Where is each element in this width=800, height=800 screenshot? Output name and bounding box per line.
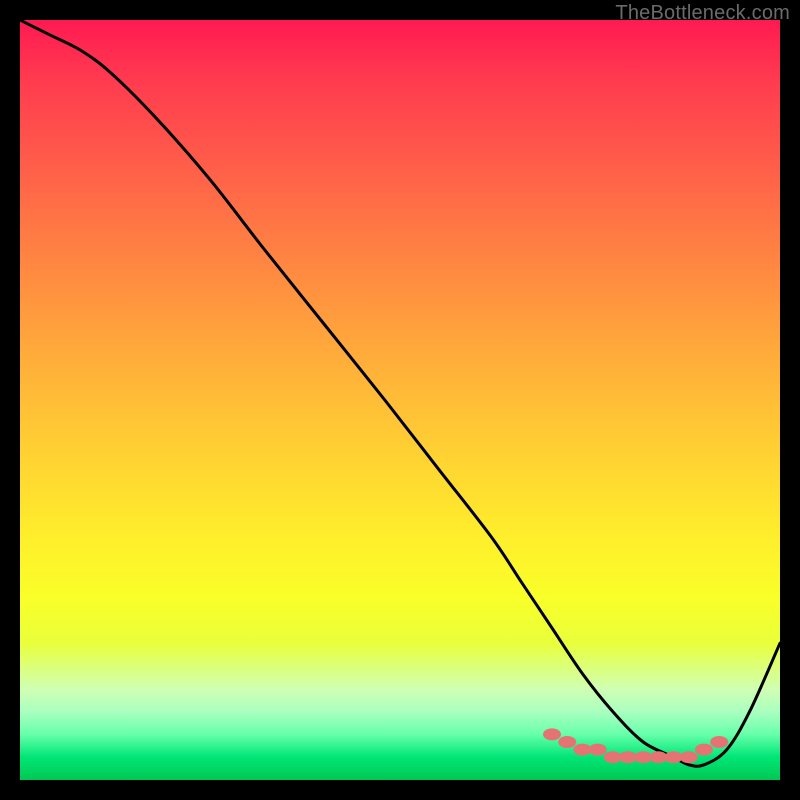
highlight-dot bbox=[695, 744, 713, 756]
highlight-dot bbox=[710, 736, 728, 748]
highlight-dot bbox=[589, 744, 607, 756]
highlight-dot bbox=[680, 751, 698, 763]
bottleneck-curve-svg bbox=[20, 20, 780, 780]
highlight-dot bbox=[543, 728, 561, 740]
highlight-dot bbox=[558, 736, 576, 748]
bottleneck-curve-path bbox=[20, 20, 780, 766]
chart-stage: TheBottleneck.com bbox=[0, 0, 800, 800]
watermark-text: TheBottleneck.com bbox=[615, 2, 790, 25]
plot-area bbox=[20, 20, 780, 780]
